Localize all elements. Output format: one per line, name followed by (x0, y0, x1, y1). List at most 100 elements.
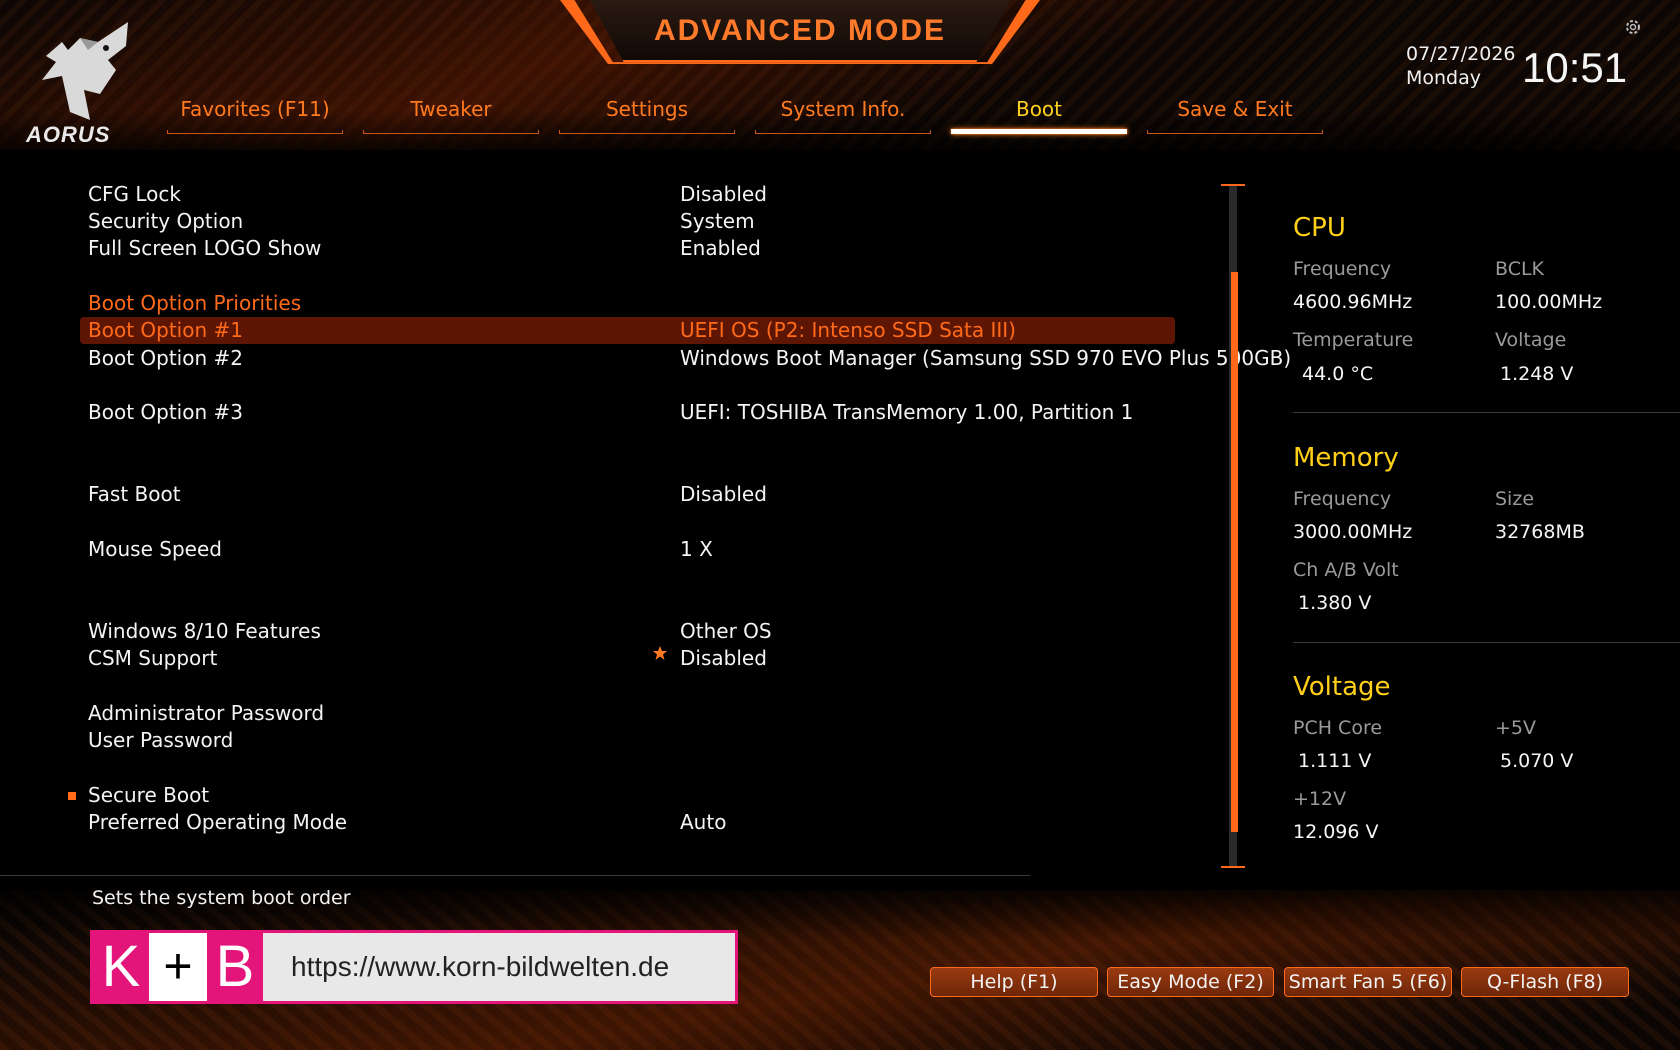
setting-value: Windows Boot Manager (Samsung SSD 970 EV… (680, 346, 1292, 370)
v5-value: 5.070 V (1500, 750, 1574, 772)
panel-divider (1293, 412, 1680, 413)
setting-boot-option-1[interactable]: Boot Option #1 UEFI OS (P2: Intenso SSD … (80, 317, 1175, 344)
watermark-k: K (93, 933, 149, 1001)
setting-name: Mouse Speed (88, 537, 222, 561)
boot-priorities-heading: Boot Option Priorities (88, 291, 302, 315)
scrollbar-cap-bottom (1221, 866, 1245, 868)
setting-name: Administrator Password (88, 701, 325, 725)
tab-underline (363, 130, 539, 134)
setting-name: Windows 8/10 Features (88, 619, 321, 643)
tab-system-info[interactable]: System Info. (755, 96, 931, 136)
clock-time: 10:51 (1522, 44, 1628, 91)
setting-boot-option-2[interactable]: Boot Option #2 Windows Boot Manager (Sam… (80, 345, 1291, 372)
memory-frequency-label: Frequency (1293, 488, 1392, 510)
watermark-url: https://www.korn-bildwelten.de (291, 951, 670, 982)
voltage-heading: Voltage (1293, 672, 1391, 702)
v12-label: +12V (1293, 788, 1347, 810)
setting-name: CSM Support (88, 646, 218, 670)
tab-label: Favorites (F11) (180, 97, 330, 121)
tab-save-exit[interactable]: Save & Exit (1147, 96, 1323, 136)
tab-settings[interactable]: Settings (559, 96, 735, 136)
tab-favorites[interactable]: Favorites (F11) (167, 96, 343, 136)
setting-value: 1 X (680, 537, 713, 561)
cpu-temperature-value: 44.0 °C (1302, 363, 1374, 385)
setting-mouse-speed[interactable]: Mouse Speed 1 X (80, 536, 1175, 563)
setting-preferred-mode[interactable]: Preferred Operating Mode Auto (80, 809, 1175, 836)
setting-value: Other OS (680, 619, 772, 643)
weekday-text: Monday (1406, 67, 1482, 89)
smart-fan-button[interactable]: Smart Fan 5 (F6) (1284, 967, 1452, 997)
watermark-plus: + (149, 933, 207, 1001)
setting-boot-option-3[interactable]: Boot Option #3 UEFI: TOSHIBA TransMemory… (80, 399, 1175, 426)
cpu-bclk-label: BCLK (1495, 258, 1545, 280)
easy-mode-button[interactable]: Easy Mode (F2) (1107, 967, 1274, 997)
setting-csm-support[interactable]: CSM Support Disabled (80, 645, 1175, 672)
memory-chvolt-label: Ch A/B Volt (1293, 559, 1399, 581)
help-button[interactable]: Help (F1) (930, 967, 1098, 997)
submenu-bullet-icon (68, 792, 76, 800)
date-text: 07/27/2026 (1406, 43, 1516, 65)
tab-underline (1147, 130, 1323, 134)
pch-core-label: PCH Core (1293, 717, 1383, 739)
tab-tweaker[interactable]: Tweaker (363, 96, 539, 136)
setting-name: Preferred Operating Mode (88, 810, 347, 834)
setting-value: Disabled (680, 482, 767, 506)
setting-value: Enabled (680, 236, 761, 260)
brand-logo-text: AORUS (26, 122, 111, 147)
cpu-heading: CPU (1293, 213, 1346, 243)
cpu-temperature-label: Temperature (1293, 329, 1414, 351)
tab-underline (951, 129, 1127, 134)
scrollbar-thumb[interactable] (1231, 272, 1238, 832)
star-icon (653, 646, 667, 660)
page-title: ADVANCED MODE (653, 14, 947, 47)
setting-value: UEFI: TOSHIBA TransMemory 1.00, Partitio… (680, 400, 1134, 424)
tab-underline (167, 130, 343, 134)
memory-size-label: Size (1495, 488, 1535, 510)
setting-value: UEFI OS (P2: Intenso SSD Sata III) (680, 318, 1016, 342)
setting-user-password[interactable]: User Password (80, 727, 1175, 754)
help-divider (0, 875, 1030, 876)
setting-fast-boot[interactable]: Fast Boot Disabled (80, 481, 1175, 508)
tab-boot[interactable]: Boot (951, 96, 1127, 136)
setting-name: User Password (88, 728, 234, 752)
setting-full-screen-logo[interactable]: Full Screen LOGO Show Enabled (80, 235, 1175, 262)
watermark-banner: K + B https://www.korn-bildwelten.de (90, 930, 738, 1004)
setting-name: Fast Boot (88, 482, 181, 506)
cpu-voltage-label: Voltage (1495, 329, 1567, 351)
setting-security-option[interactable]: Security Option System (80, 208, 1175, 235)
setting-name: Full Screen LOGO Show (88, 236, 322, 260)
memory-size-value: 32768MB (1495, 521, 1585, 543)
setting-name: Security Option (88, 209, 244, 233)
memory-frequency-value: 3000.00MHz (1293, 521, 1413, 543)
cpu-bclk-value: 100.00MHz (1495, 291, 1603, 313)
setting-name: Boot Option #1 (88, 318, 243, 342)
setting-name: CFG Lock (88, 182, 181, 206)
setting-value: Disabled (680, 182, 767, 206)
cpu-voltage-value: 1.248 V (1500, 363, 1574, 385)
tab-label: System Info. (780, 97, 906, 121)
tab-label: Boot (1015, 97, 1063, 121)
memory-heading: Memory (1293, 443, 1399, 473)
tab-underline (559, 130, 735, 134)
setting-value: System (680, 209, 755, 233)
setting-windows-features[interactable]: Windows 8/10 Features Other OS (80, 618, 1175, 645)
v5-label: +5V (1495, 717, 1537, 739)
tab-underline (755, 130, 931, 134)
gear-icon[interactable] (1624, 18, 1642, 36)
panel-divider (1293, 642, 1680, 643)
q-flash-button[interactable]: Q-Flash (F8) (1461, 967, 1629, 997)
setting-cfg-lock[interactable]: CFG Lock Disabled (80, 181, 1175, 208)
setting-value: Auto (680, 810, 727, 834)
memory-chvolt-value: 1.380 V (1298, 592, 1372, 614)
setting-name: Secure Boot (88, 783, 210, 807)
watermark-b: B (207, 933, 263, 1001)
setting-secure-boot[interactable]: Secure Boot (80, 782, 1175, 809)
tab-label: Settings (605, 97, 689, 121)
v12-value: 12.096 V (1293, 821, 1379, 843)
tab-label: Save & Exit (1177, 97, 1293, 121)
setting-value: Disabled (680, 646, 767, 670)
date-display: 07/27/2026 Monday (1406, 42, 1516, 90)
pch-core-value: 1.111 V (1298, 750, 1372, 772)
help-description: Sets the system boot order (92, 887, 351, 909)
setting-admin-password[interactable]: Administrator Password (80, 700, 1175, 727)
